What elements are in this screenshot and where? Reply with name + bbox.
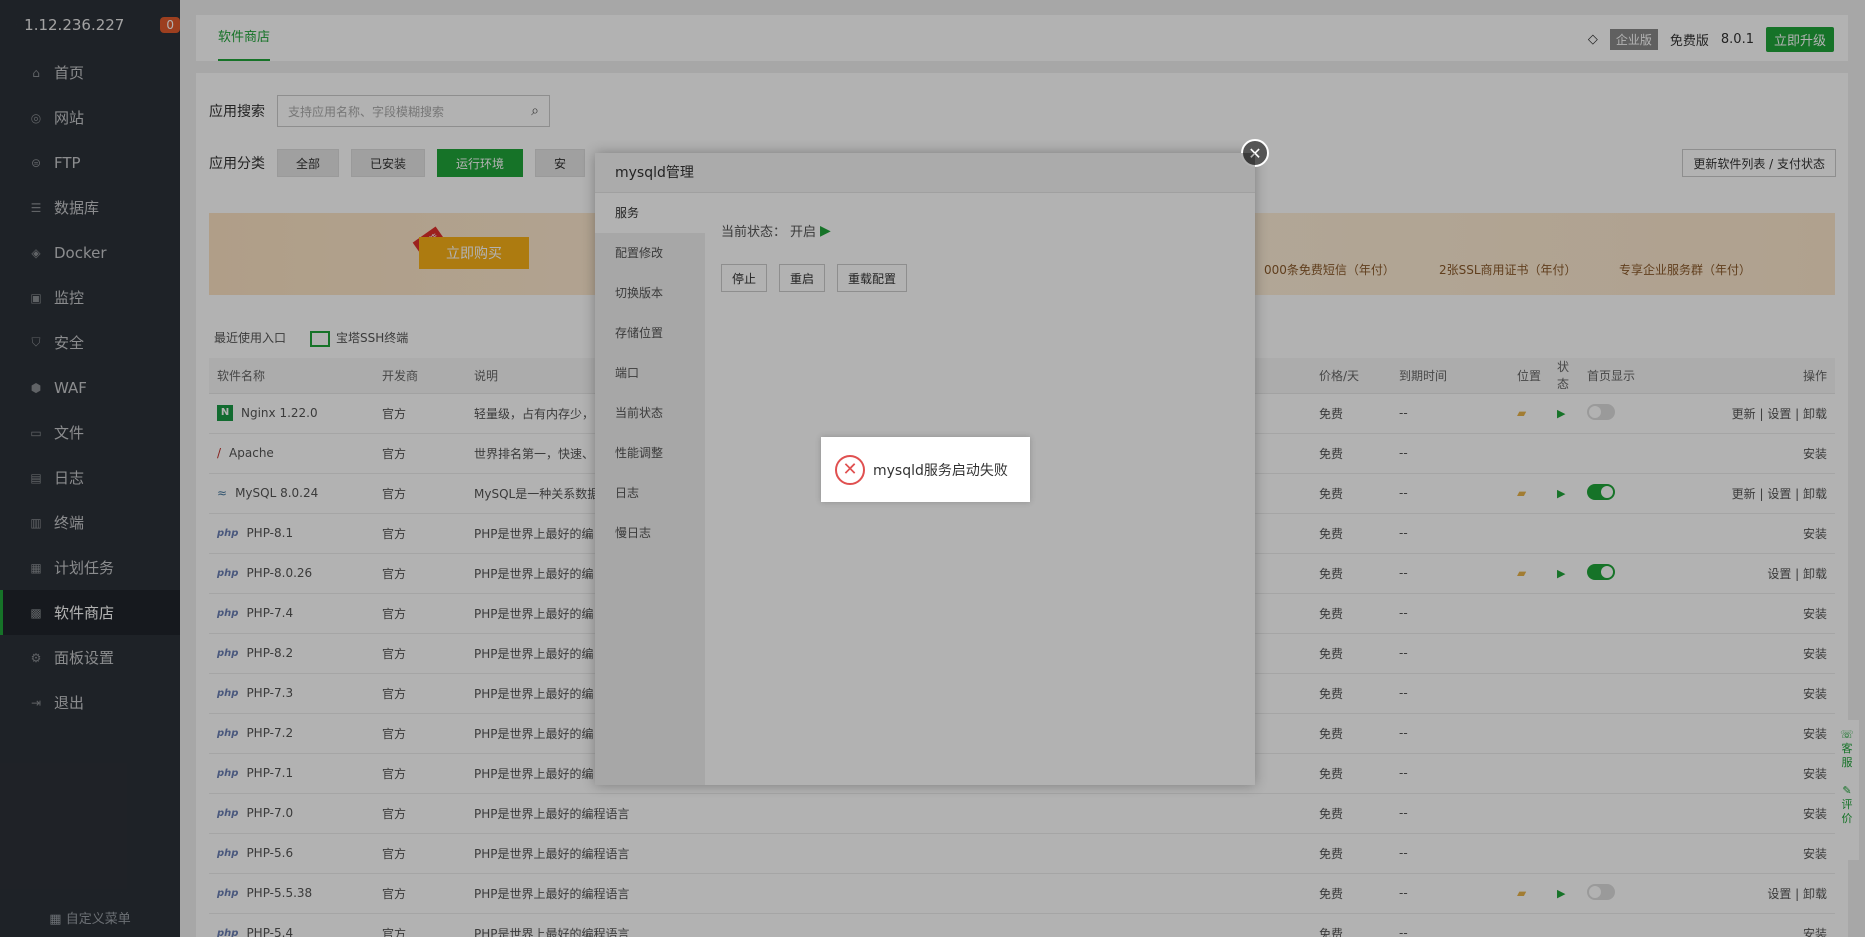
error-toast: ✕ mysqld服务启动失败 — [821, 437, 1030, 502]
toast-message: mysqld服务启动失败 — [873, 462, 1008, 479]
error-icon: ✕ — [835, 454, 865, 485]
